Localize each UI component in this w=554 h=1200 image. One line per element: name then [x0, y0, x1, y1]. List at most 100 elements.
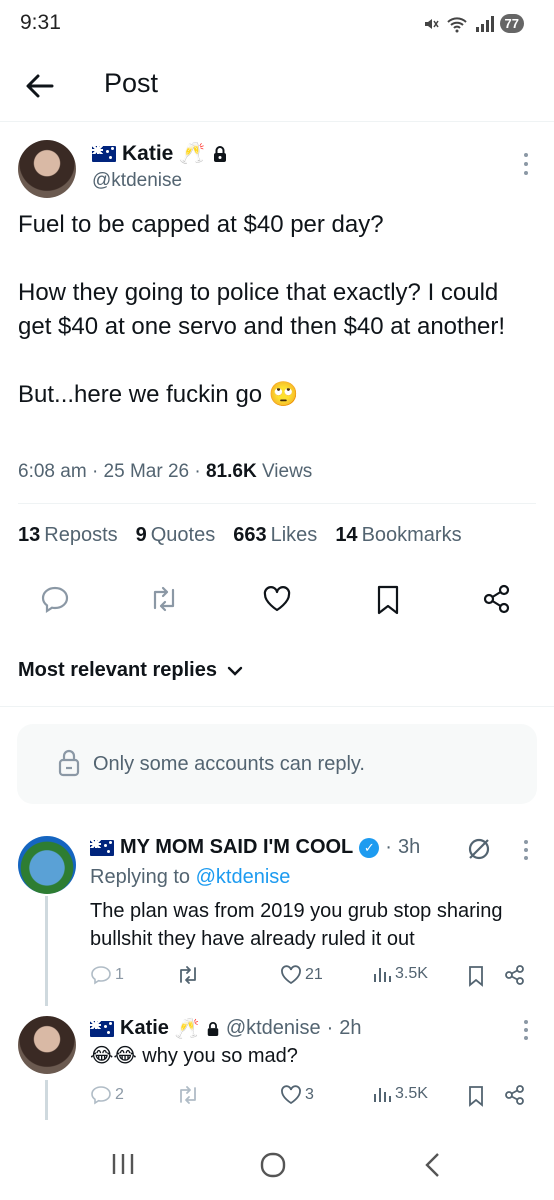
reply-repost-button[interactable] [176, 1084, 200, 1106]
comment-icon [41, 586, 69, 614]
post-views-label: Views [261, 461, 313, 482]
home-button[interactable] [258, 1150, 298, 1180]
reply-actions: 2 3 3.5K [90, 1084, 530, 1114]
comment-icon [91, 1086, 111, 1105]
reply-reply-button[interactable]: 2 [90, 1084, 124, 1106]
arrow-left-icon [26, 74, 54, 98]
comment-icon [91, 966, 111, 985]
author-name: Katie [122, 142, 174, 165]
recent-apps-button[interactable] [108, 1150, 148, 1180]
repost-button[interactable] [148, 584, 180, 620]
post-date: 25 Mar 26 [103, 461, 190, 482]
post-text: Fuel to be capped at $40 per day? How th… [18, 211, 506, 408]
repost-icon [180, 1086, 196, 1104]
bookmark-icon [377, 585, 399, 615]
system-nav-bar [0, 1130, 554, 1200]
reply-count: 1 [115, 966, 124, 983]
page-title: Post [104, 68, 159, 98]
bookmark-icon [469, 1086, 483, 1107]
reply-share-button[interactable] [504, 964, 526, 986]
system-back-button[interactable] [418, 1150, 458, 1180]
recent-apps-icon [112, 1154, 134, 1174]
australia-flag-icon [92, 146, 116, 162]
lock-icon [213, 146, 226, 162]
reply-restriction-notice: Only some accounts can reply. [17, 724, 537, 804]
reply-time: 2h [339, 1017, 362, 1039]
reply-header: MY MOM SAID I'M COOL ✓ · 3h [90, 836, 420, 859]
like-count: 3 [305, 1086, 314, 1103]
lock-icon [207, 1021, 219, 1036]
australia-flag-icon [90, 839, 114, 856]
reply-like-button[interactable]: 21 [280, 964, 323, 986]
more-options-button[interactable] [516, 150, 536, 178]
battery-indicator: 77 [499, 14, 524, 33]
reply-views-button[interactable]: 3.5K [372, 964, 428, 984]
reply-restriction-text: Only some accounts can reply. [93, 753, 365, 775]
post-time: 6:08 am [18, 461, 87, 482]
reply-author-name[interactable]: Katie [120, 1017, 169, 1040]
reposts-stat[interactable]: 13 Reposts [18, 524, 118, 547]
more-vertical-icon [524, 153, 528, 175]
divider [0, 706, 554, 707]
reply-count: 2 [115, 1086, 124, 1103]
author-handle[interactable]: @ktdenise [92, 170, 182, 192]
author-name-row[interactable]: Katie 🥂 [92, 142, 228, 166]
post-views-count[interactable]: 81.6K [206, 461, 257, 482]
reply-button[interactable] [40, 584, 72, 620]
divider [18, 503, 536, 504]
reply-like-button[interactable]: 3 [280, 1084, 314, 1106]
reply-bookmark-button[interactable] [466, 1084, 486, 1108]
grok-icon[interactable] [466, 836, 492, 862]
reply-repost-button[interactable] [176, 964, 200, 986]
heart-icon [263, 586, 291, 612]
more-vertical-icon[interactable] [516, 1018, 536, 1042]
signal-icon [475, 15, 494, 32]
reply-time: 3h [397, 836, 421, 858]
like-button[interactable] [262, 584, 294, 620]
reply-avatar[interactable] [18, 836, 76, 894]
status-icons: 77 [422, 14, 524, 33]
like-count: 21 [305, 966, 323, 983]
replies-sort-label: Most relevant replies [18, 659, 217, 681]
replies-sort-dropdown[interactable]: Most relevant replies [18, 659, 243, 682]
reply-header: Katie 🥂 @ktdenise · 2h [90, 1016, 362, 1041]
view-count: 3.5K [395, 965, 428, 982]
bookmarks-stat[interactable]: 14 Bookmarks [335, 524, 461, 547]
bookmark-button[interactable] [374, 584, 406, 620]
replying-to-handle[interactable]: @ktdenise [196, 866, 291, 888]
verified-badge-icon: ✓ [359, 837, 380, 858]
quotes-stat[interactable]: 9 Quotes [136, 524, 216, 547]
reply-reply-button[interactable]: 1 [90, 964, 124, 986]
chevron-down-icon [227, 666, 243, 676]
heart-icon [281, 965, 301, 985]
view-count: 3.5K [395, 1085, 428, 1102]
heart-icon [281, 1085, 301, 1105]
reply-text: 😂😂 why you so mad? [90, 1045, 298, 1067]
reply-author-name[interactable]: MY MOM SAID I'M COOL [120, 836, 353, 859]
back-button[interactable] [22, 68, 58, 104]
champagne-emoji: 🥂 [179, 142, 206, 165]
reply-text: The plan was from 2019 you grub stop sha… [90, 900, 503, 950]
repost-icon [153, 586, 175, 612]
views-icon [374, 968, 391, 982]
reply-views-button[interactable]: 3.5K [372, 1084, 428, 1104]
chevron-left-icon [425, 1153, 439, 1177]
reply-author-handle[interactable]: @ktdenise [226, 1017, 321, 1040]
reply-avatar[interactable] [18, 1016, 76, 1074]
likes-stat[interactable]: 663 Likes [233, 524, 317, 547]
home-circle-icon [260, 1152, 286, 1178]
reply-actions: 1 21 3.5K [90, 964, 530, 994]
author-avatar[interactable] [18, 140, 76, 198]
views-icon [374, 1088, 391, 1102]
share-icon [505, 965, 524, 985]
thread-line [45, 1080, 48, 1120]
share-button[interactable] [482, 584, 514, 620]
more-vertical-icon[interactable] [516, 838, 536, 862]
top-bar: Post [0, 52, 554, 122]
repost-icon [180, 966, 196, 984]
status-time: 9:31 [20, 11, 61, 34]
post-actions [0, 584, 554, 624]
reply-bookmark-button[interactable] [466, 964, 486, 988]
thread-line [45, 896, 48, 1006]
reply-share-button[interactable] [504, 1084, 526, 1106]
